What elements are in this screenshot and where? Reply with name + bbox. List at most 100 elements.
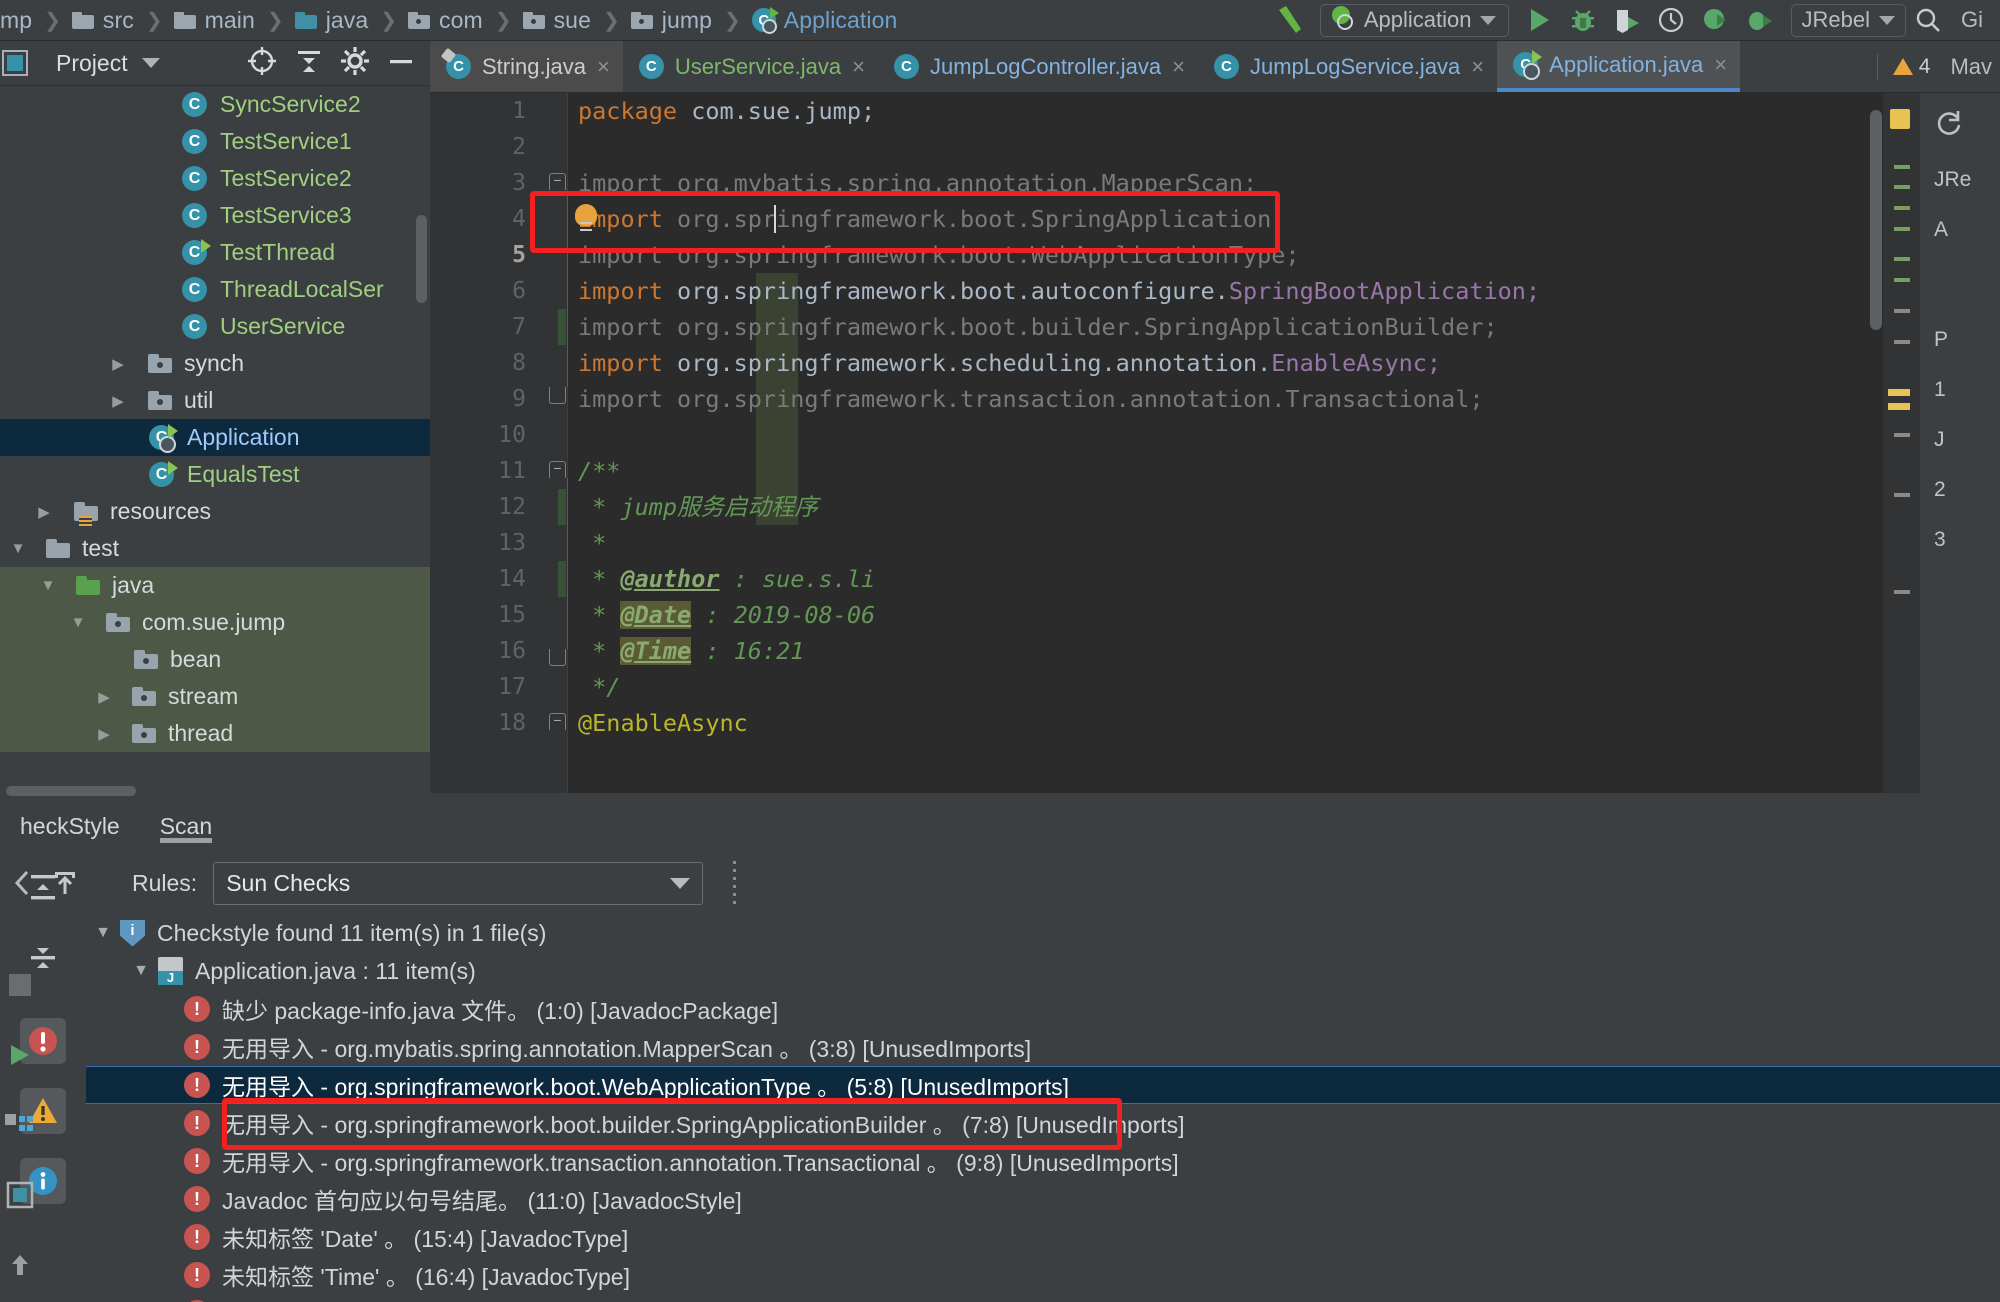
result-file-row[interactable]: Application.java : 11 item(s) xyxy=(86,952,2000,990)
code-line-8[interactable]: import org.springframework.scheduling.an… xyxy=(567,345,1920,381)
tree-item-test[interactable]: test xyxy=(0,530,430,567)
tree-item-resources[interactable]: resources xyxy=(0,493,430,530)
code-line-16[interactable]: * @Time : 16:21 xyxy=(567,633,1920,669)
stripe-warning-marker[interactable] xyxy=(1888,389,1910,396)
code-editor[interactable]: 1 2 3 4 5 6 7 8 9 10 11 12 13 14 15 16 1… xyxy=(430,93,1920,793)
code-line-2[interactable] xyxy=(567,129,1920,165)
tab-checkstyle[interactable]: heckStyle xyxy=(0,800,140,852)
checkstyle-results-tree[interactable]: Checkstyle found 11 item(s) in 1 file(s)… xyxy=(86,914,2000,1302)
tree-item-testservice1[interactable]: C TestService1 xyxy=(0,123,430,160)
stripe-marker[interactable] xyxy=(1894,227,1910,231)
chevron-down-icon[interactable] xyxy=(141,58,160,68)
tree-item-java[interactable]: java xyxy=(0,567,430,604)
stripe-marker[interactable] xyxy=(1894,433,1910,437)
code-line-14[interactable]: * @author : sue.s.li xyxy=(567,561,1920,597)
result-item-row[interactable]: ! 无用导入 - org.springframework.boot.builde… xyxy=(86,1104,2000,1142)
code-line-17[interactable]: */ xyxy=(567,669,1920,705)
side-label-j[interactable]: J xyxy=(1934,428,2000,452)
debug-bug-icon[interactable] xyxy=(1561,0,1605,41)
code-line-1[interactable]: package com.sue.jump; xyxy=(567,93,1920,129)
tab-string-java[interactable]: C String.java × xyxy=(430,41,623,92)
maven-tool-label[interactable]: Mav xyxy=(1950,54,1992,80)
breadcrumb-item-main[interactable]: main xyxy=(173,0,257,41)
structure-icon[interactable] xyxy=(0,950,40,1020)
gear-icon[interactable] xyxy=(340,46,370,81)
stripe-marker[interactable] xyxy=(1894,493,1910,497)
breadcrumb-item-src[interactable]: src xyxy=(71,0,136,41)
run-with-coverage-icon[interactable] xyxy=(1605,0,1649,41)
chevron-down-icon[interactable] xyxy=(36,577,60,594)
tree-item-com-sue-jump[interactable]: com.sue.jump xyxy=(0,604,430,641)
side-label-3[interactable]: 3 xyxy=(1934,528,2000,552)
close-icon[interactable]: × xyxy=(1471,55,1484,78)
close-icon[interactable]: × xyxy=(597,55,610,78)
tree-item-equalstest[interactable]: C EqualsTest xyxy=(0,456,430,493)
tree-item-userservice[interactable]: C UserService xyxy=(0,308,430,345)
chevron-right-icon[interactable] xyxy=(92,725,116,743)
code-line-12[interactable]: * jump服务启动程序 xyxy=(567,489,1920,525)
git-label[interactable]: Gi xyxy=(1950,0,1994,41)
result-item-row[interactable]: ! Javadoc 首句应以句号结尾。 (11:0) [JavadocStyle… xyxy=(86,1180,2000,1218)
search-icon[interactable] xyxy=(1906,0,1950,41)
collapse-all-icon[interactable] xyxy=(294,46,324,81)
chevron-down-icon[interactable] xyxy=(66,614,90,631)
profiler-clock-icon[interactable] xyxy=(1649,0,1693,41)
tree-item-util[interactable]: util xyxy=(0,382,430,419)
stripe-marker[interactable] xyxy=(1894,257,1910,261)
upload-icon[interactable] xyxy=(0,1230,40,1300)
project-tree[interactable]: C SyncService2 C TestService1 C TestServ… xyxy=(0,86,430,786)
code-line-15[interactable]: * @Date : 2019-08-06 xyxy=(567,597,1920,633)
tree-item-threadlocalservice[interactable]: C ThreadLocalSer xyxy=(0,271,430,308)
run-configuration-selector[interactable]: Application xyxy=(1319,3,1509,37)
terminal-icon[interactable] xyxy=(0,1160,40,1230)
code-line-3[interactable]: import org.mybatis.spring.annotation.Map… xyxy=(567,165,1920,201)
expand-all-icon[interactable] xyxy=(0,852,86,922)
grid-icon[interactable] xyxy=(0,1090,40,1160)
jrebel-selector[interactable]: JRebel xyxy=(1790,3,1906,37)
result-item-row[interactable]: ! 未知标签 'Time' 。 (16:4) [JavadocType] xyxy=(86,1256,2000,1294)
result-item-row[interactable]: ! 缺少 package-info.java 文件。 (1:0) [Javado… xyxy=(86,990,2000,1028)
jrebel-side-label[interactable]: JRe xyxy=(1934,168,2000,192)
fold-marker-imports-end[interactable] xyxy=(549,387,566,404)
code-line-13[interactable]: * xyxy=(567,525,1920,561)
code-line-7[interactable]: import org.springframework.boot.builder.… xyxy=(567,309,1920,345)
palette-side-label[interactable]: P xyxy=(1934,328,2000,352)
editor-vertical-scrollbar[interactable] xyxy=(1870,110,1882,330)
jrebel-debug-icon[interactable] xyxy=(1737,0,1781,41)
tree-item-thread[interactable]: thread xyxy=(0,715,430,752)
stripe-warning-marker[interactable] xyxy=(1890,109,1910,129)
code-line-6[interactable]: import org.springframework.boot.autoconf… xyxy=(567,273,1920,309)
side-label-2[interactable]: 2 xyxy=(1934,478,2000,502)
stripe-marker[interactable] xyxy=(1894,206,1910,210)
breadcrumb-item-mp[interactable]: mp xyxy=(0,0,34,41)
tree-item-stream[interactable]: stream xyxy=(0,678,430,715)
rules-select[interactable]: Sun Checks xyxy=(213,861,704,905)
breadcrumb-item-sue[interactable]: sue xyxy=(522,0,593,41)
fold-marker-javadoc[interactable] xyxy=(549,461,566,478)
code-line-5[interactable]: import org.springframework.boot.WebAppli… xyxy=(567,237,1920,273)
stripe-marker[interactable] xyxy=(1894,185,1910,189)
project-tree-horizontal-scrollbar[interactable] xyxy=(6,786,136,796)
chevron-down-icon[interactable] xyxy=(86,924,120,942)
fold-marker-imports[interactable] xyxy=(549,173,566,190)
jrebel-run-icon[interactable] xyxy=(1693,0,1737,41)
tab-jumplogcontroller-java[interactable]: C JumpLogController.java × xyxy=(877,41,1198,92)
breadcrumb-item-com[interactable]: com xyxy=(408,0,485,41)
result-item-row[interactable]: ! 未知标签 'Date' 。 (15:4) [JavadocType] xyxy=(86,1218,2000,1256)
breadcrumb-item-application[interactable]: C Application xyxy=(751,0,900,41)
stripe-marker[interactable] xyxy=(1894,590,1910,594)
intention-bulb-icon[interactable] xyxy=(575,204,597,231)
refresh-icon[interactable] xyxy=(1934,107,2000,142)
code-line-9[interactable]: import org.springframework.transaction.a… xyxy=(567,381,1920,417)
fold-marker-class[interactable] xyxy=(549,713,566,730)
tree-item-application[interactable]: C Application xyxy=(0,419,430,456)
side-label-1[interactable]: 1 xyxy=(1934,378,2000,402)
result-item-row[interactable]: ! 无用导入 - org.mybatis.spring.annotation.M… xyxy=(86,1028,2000,1066)
close-icon[interactable]: × xyxy=(852,55,865,78)
tree-item-syncservice2[interactable]: C SyncService2 xyxy=(0,86,430,123)
close-icon[interactable]: × xyxy=(1172,55,1185,78)
stripe-marker[interactable] xyxy=(1894,165,1910,169)
tree-item-testservice3[interactable]: C TestService3 xyxy=(0,197,430,234)
breadcrumb-item-java[interactable]: java xyxy=(294,0,371,41)
toolbar-drag-handle[interactable] xyxy=(733,861,737,905)
